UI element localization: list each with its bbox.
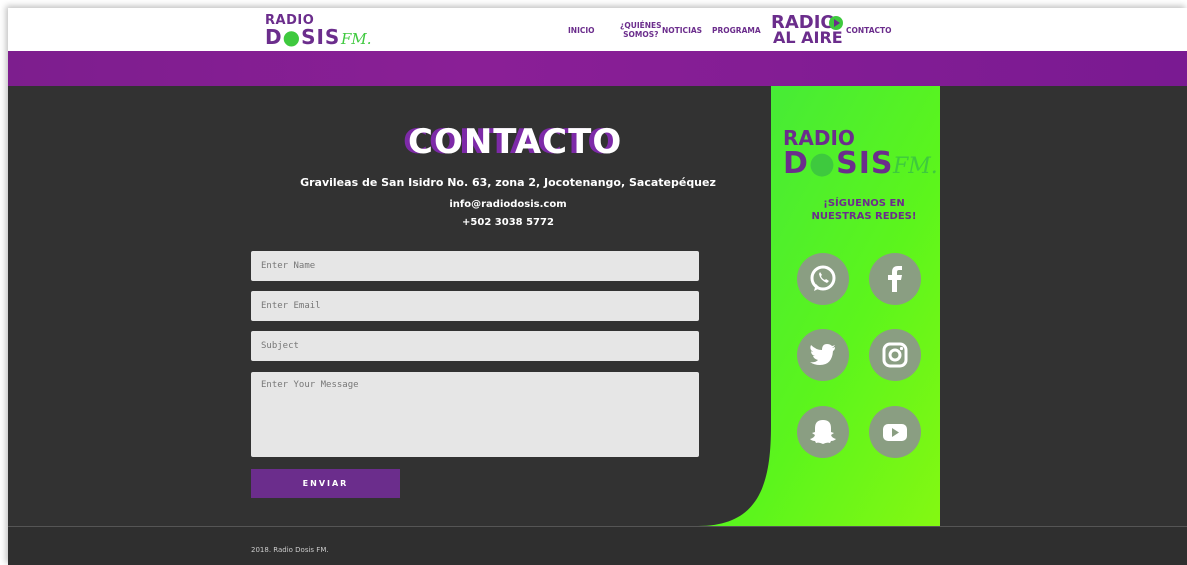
logo-fm-text: FM. <box>341 30 372 48</box>
email-input[interactable] <box>251 291 699 321</box>
youtube-icon[interactable] <box>869 406 921 458</box>
microphone-icon: ● <box>282 25 302 49</box>
subject-input[interactable] <box>251 331 699 361</box>
nav-contacto[interactable]: CONTACTO <box>846 26 892 35</box>
name-input[interactable] <box>251 251 699 281</box>
purple-banner <box>8 51 1187 86</box>
snapchat-icon[interactable] <box>797 406 849 458</box>
nav-quienes-somos[interactable]: ¿QUIÉNES SOMOS? <box>620 21 662 39</box>
nav-noticias[interactable]: NOTICIAS <box>662 26 702 35</box>
contact-email[interactable]: info@radiodosis.com <box>358 199 658 210</box>
twitter-icon[interactable] <box>797 329 849 381</box>
page-frame: RADIO D●SIS FM. INICIO ¿QUIÉNES SOMOS? NO… <box>8 8 1187 565</box>
contact-phone: +502 3038 5772 <box>462 217 554 228</box>
microphone-icon: ● <box>808 146 837 181</box>
site-header: RADIO D●SIS FM. INICIO ¿QUIÉNES SOMOS? NO… <box>8 8 1187 51</box>
facebook-icon[interactable] <box>869 253 921 305</box>
sidebar-logo: RADIO D●SIS FM. <box>783 126 938 181</box>
nav-programa[interactable]: PROGRAMA <box>712 26 761 35</box>
nav-inicio[interactable]: INICIO <box>568 26 595 35</box>
nav-radio-al-aire[interactable]: RADIO AL AIRE <box>771 14 843 46</box>
site-footer <box>8 526 1187 565</box>
footer-copyright: 2018. Radio Dosis FM. <box>251 546 329 554</box>
whatsapp-icon[interactable] <box>797 253 849 305</box>
send-button[interactable]: ENVIAR <box>251 469 400 498</box>
instagram-icon[interactable] <box>869 329 921 381</box>
logo-dosis-text: D●SIS <box>265 25 341 49</box>
contact-title: CONTACTO <box>408 122 623 162</box>
message-textarea[interactable] <box>251 372 699 457</box>
site-logo[interactable]: RADIO D●SIS FM. <box>257 11 377 49</box>
contact-address: Gravileas de San Isidro No. 63, zona 2, … <box>300 176 716 189</box>
follow-text: ¡SÍGUENOS EN NUESTRAS REDES! <box>811 198 917 222</box>
